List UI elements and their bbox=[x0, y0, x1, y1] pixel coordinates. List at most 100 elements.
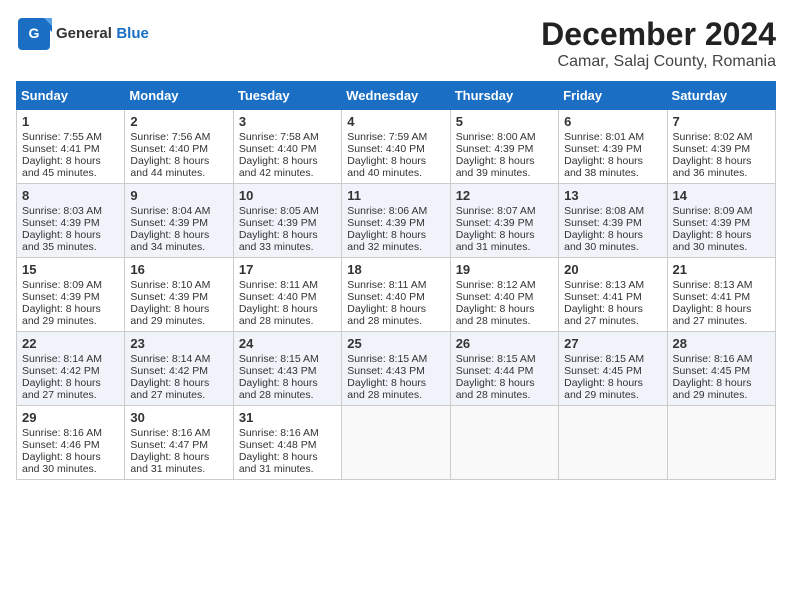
weekday-header: Sunday bbox=[17, 82, 125, 110]
sunset-label: Sunset: 4:47 PM bbox=[130, 439, 208, 451]
sunrise-label: Sunrise: 8:00 AM bbox=[456, 131, 536, 143]
daylight-label: Daylight: 8 hours and 29 minutes. bbox=[130, 303, 209, 327]
sunrise-label: Sunrise: 8:16 AM bbox=[22, 427, 102, 439]
sunrise-label: Sunrise: 8:09 AM bbox=[673, 205, 753, 217]
sunrise-label: Sunrise: 8:12 AM bbox=[456, 279, 536, 291]
calendar-cell: 2 Sunrise: 7:56 AM Sunset: 4:40 PM Dayli… bbox=[125, 110, 233, 184]
sunset-label: Sunset: 4:40 PM bbox=[239, 143, 317, 155]
page-header: G General Blue December 2024 Camar, Sala… bbox=[16, 16, 776, 71]
sunset-label: Sunset: 4:39 PM bbox=[673, 143, 751, 155]
calendar-cell: 5 Sunrise: 8:00 AM Sunset: 4:39 PM Dayli… bbox=[450, 110, 558, 184]
sunrise-label: Sunrise: 7:58 AM bbox=[239, 131, 319, 143]
sunset-label: Sunset: 4:43 PM bbox=[239, 365, 317, 377]
sunrise-label: Sunrise: 8:13 AM bbox=[564, 279, 644, 291]
daylight-label: Daylight: 8 hours and 42 minutes. bbox=[239, 155, 318, 179]
calendar-week-row: 8 Sunrise: 8:03 AM Sunset: 4:39 PM Dayli… bbox=[17, 184, 776, 258]
daylight-label: Daylight: 8 hours and 31 minutes. bbox=[130, 451, 209, 475]
sunset-label: Sunset: 4:41 PM bbox=[22, 143, 100, 155]
calendar-week-row: 1 Sunrise: 7:55 AM Sunset: 4:41 PM Dayli… bbox=[17, 110, 776, 184]
day-number: 8 bbox=[22, 188, 119, 203]
sunset-label: Sunset: 4:41 PM bbox=[673, 291, 751, 303]
daylight-label: Daylight: 8 hours and 27 minutes. bbox=[22, 377, 101, 401]
calendar-cell: 18 Sunrise: 8:11 AM Sunset: 4:40 PM Dayl… bbox=[342, 258, 450, 332]
weekday-header: Wednesday bbox=[342, 82, 450, 110]
calendar-cell: 10 Sunrise: 8:05 AM Sunset: 4:39 PM Dayl… bbox=[233, 184, 341, 258]
sunrise-label: Sunrise: 8:16 AM bbox=[239, 427, 319, 439]
calendar-cell: 24 Sunrise: 8:15 AM Sunset: 4:43 PM Dayl… bbox=[233, 332, 341, 406]
sunset-label: Sunset: 4:39 PM bbox=[456, 217, 534, 229]
day-number: 21 bbox=[673, 262, 770, 277]
day-number: 12 bbox=[456, 188, 553, 203]
daylight-label: Daylight: 8 hours and 45 minutes. bbox=[22, 155, 101, 179]
sunrise-label: Sunrise: 8:11 AM bbox=[347, 279, 426, 291]
calendar-cell bbox=[342, 406, 450, 480]
sunrise-label: Sunrise: 8:10 AM bbox=[130, 279, 210, 291]
calendar-cell: 12 Sunrise: 8:07 AM Sunset: 4:39 PM Dayl… bbox=[450, 184, 558, 258]
calendar-cell: 30 Sunrise: 8:16 AM Sunset: 4:47 PM Dayl… bbox=[125, 406, 233, 480]
weekday-header-row: SundayMondayTuesdayWednesdayThursdayFrid… bbox=[17, 82, 776, 110]
sunset-label: Sunset: 4:39 PM bbox=[564, 143, 642, 155]
day-number: 2 bbox=[130, 114, 227, 129]
sunrise-label: Sunrise: 8:09 AM bbox=[22, 279, 102, 291]
daylight-label: Daylight: 8 hours and 31 minutes. bbox=[456, 229, 535, 253]
day-number: 18 bbox=[347, 262, 444, 277]
sunset-label: Sunset: 4:40 PM bbox=[130, 143, 208, 155]
daylight-label: Daylight: 8 hours and 28 minutes. bbox=[456, 377, 535, 401]
sunset-label: Sunset: 4:48 PM bbox=[239, 439, 317, 451]
daylight-label: Daylight: 8 hours and 38 minutes. bbox=[564, 155, 643, 179]
day-number: 24 bbox=[239, 336, 336, 351]
daylight-label: Daylight: 8 hours and 30 minutes. bbox=[564, 229, 643, 253]
daylight-label: Daylight: 8 hours and 28 minutes. bbox=[347, 377, 426, 401]
sunrise-label: Sunrise: 8:15 AM bbox=[347, 353, 427, 365]
calendar-cell: 3 Sunrise: 7:58 AM Sunset: 4:40 PM Dayli… bbox=[233, 110, 341, 184]
sunset-label: Sunset: 4:39 PM bbox=[22, 217, 100, 229]
sunset-label: Sunset: 4:39 PM bbox=[456, 143, 534, 155]
sunrise-label: Sunrise: 8:16 AM bbox=[130, 427, 210, 439]
daylight-label: Daylight: 8 hours and 34 minutes. bbox=[130, 229, 209, 253]
daylight-label: Daylight: 8 hours and 31 minutes. bbox=[239, 451, 318, 475]
calendar-cell bbox=[559, 406, 667, 480]
day-number: 20 bbox=[564, 262, 661, 277]
sunset-label: Sunset: 4:40 PM bbox=[239, 291, 317, 303]
sunset-label: Sunset: 4:39 PM bbox=[673, 217, 751, 229]
sunrise-label: Sunrise: 8:16 AM bbox=[673, 353, 753, 365]
sunrise-label: Sunrise: 8:15 AM bbox=[239, 353, 319, 365]
sunrise-label: Sunrise: 7:59 AM bbox=[347, 131, 427, 143]
day-number: 5 bbox=[456, 114, 553, 129]
weekday-header: Thursday bbox=[450, 82, 558, 110]
daylight-label: Daylight: 8 hours and 27 minutes. bbox=[130, 377, 209, 401]
title-block: December 2024 Camar, Salaj County, Roman… bbox=[541, 16, 776, 71]
day-number: 4 bbox=[347, 114, 444, 129]
daylight-label: Daylight: 8 hours and 30 minutes. bbox=[673, 229, 752, 253]
day-number: 28 bbox=[673, 336, 770, 351]
sunset-label: Sunset: 4:39 PM bbox=[130, 217, 208, 229]
calendar-cell: 8 Sunrise: 8:03 AM Sunset: 4:39 PM Dayli… bbox=[17, 184, 125, 258]
calendar-cell: 22 Sunrise: 8:14 AM Sunset: 4:42 PM Dayl… bbox=[17, 332, 125, 406]
day-number: 17 bbox=[239, 262, 336, 277]
daylight-label: Daylight: 8 hours and 29 minutes. bbox=[673, 377, 752, 401]
daylight-label: Daylight: 8 hours and 32 minutes. bbox=[347, 229, 426, 253]
sunrise-label: Sunrise: 7:55 AM bbox=[22, 131, 102, 143]
sunrise-label: Sunrise: 8:03 AM bbox=[22, 205, 102, 217]
day-number: 13 bbox=[564, 188, 661, 203]
calendar-cell: 13 Sunrise: 8:08 AM Sunset: 4:39 PM Dayl… bbox=[559, 184, 667, 258]
day-number: 11 bbox=[347, 188, 444, 203]
sunset-label: Sunset: 4:39 PM bbox=[22, 291, 100, 303]
daylight-label: Daylight: 8 hours and 28 minutes. bbox=[239, 377, 318, 401]
weekday-header: Saturday bbox=[667, 82, 775, 110]
day-number: 1 bbox=[22, 114, 119, 129]
day-number: 27 bbox=[564, 336, 661, 351]
sunset-label: Sunset: 4:42 PM bbox=[130, 365, 208, 377]
calendar-cell: 23 Sunrise: 8:14 AM Sunset: 4:42 PM Dayl… bbox=[125, 332, 233, 406]
daylight-label: Daylight: 8 hours and 30 minutes. bbox=[22, 451, 101, 475]
calendar-cell: 15 Sunrise: 8:09 AM Sunset: 4:39 PM Dayl… bbox=[17, 258, 125, 332]
sunrise-label: Sunrise: 8:15 AM bbox=[456, 353, 536, 365]
calendar-cell: 19 Sunrise: 8:12 AM Sunset: 4:40 PM Dayl… bbox=[450, 258, 558, 332]
calendar-week-row: 29 Sunrise: 8:16 AM Sunset: 4:46 PM Dayl… bbox=[17, 406, 776, 480]
sunset-label: Sunset: 4:40 PM bbox=[347, 291, 425, 303]
day-number: 7 bbox=[673, 114, 770, 129]
sunrise-label: Sunrise: 8:08 AM bbox=[564, 205, 644, 217]
sunset-label: Sunset: 4:43 PM bbox=[347, 365, 425, 377]
daylight-label: Daylight: 8 hours and 27 minutes. bbox=[564, 303, 643, 327]
calendar-title: December 2024 bbox=[541, 16, 776, 53]
